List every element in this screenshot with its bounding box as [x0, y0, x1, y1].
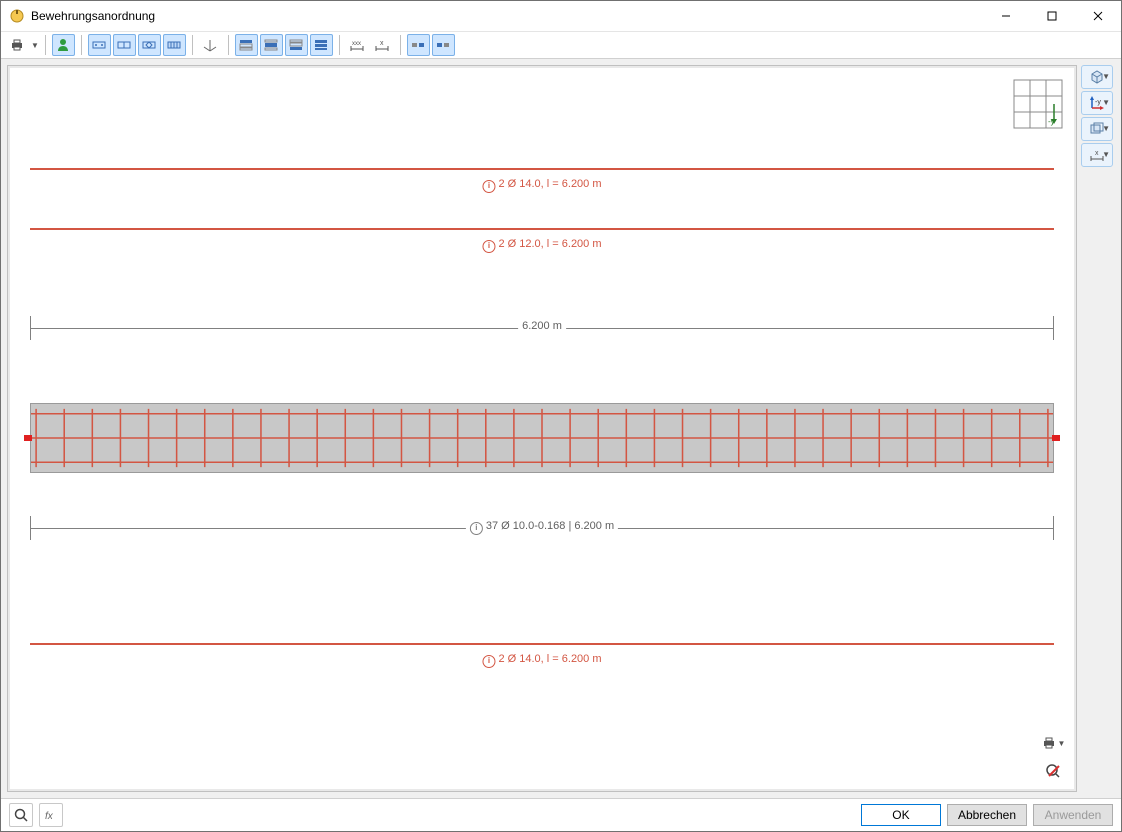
drawing-canvas[interactable]: -y i2 Ø 14.0, l = 6.200 m i2 Ø 12.0, l = [10, 68, 1074, 789]
window-title: Bewehrungsanordnung [31, 9, 983, 23]
print-dropdown-icon[interactable]: ▼ [31, 41, 39, 50]
beam-end-marker-right [1052, 435, 1060, 441]
dim-xxx-button[interactable]: xxx [346, 34, 369, 56]
beam [30, 403, 1054, 473]
title-bar: Bewehrungsanordnung [1, 1, 1121, 32]
layer-top-button[interactable] [235, 34, 258, 56]
stirrup-label: i37 Ø 10.0-0.168 | 6.200 m [466, 520, 618, 534]
rebar-top-1-line [30, 168, 1054, 170]
rebar-top-1-label: i2 Ø 14.0, l = 6.200 m [482, 178, 601, 192]
rebar-top-2-line [30, 228, 1054, 230]
info-icon: i [482, 655, 495, 668]
layer-bot-button[interactable] [285, 34, 308, 56]
footer: fx OK Abbrechen Anwenden [1, 798, 1121, 831]
view-span-2-button[interactable] [113, 34, 136, 56]
layer-all-button[interactable] [310, 34, 333, 56]
view-span-3-button[interactable] [138, 34, 161, 56]
print-button[interactable] [5, 34, 28, 56]
info-icon: i [470, 522, 483, 535]
dim-x-button[interactable]: x [371, 34, 394, 56]
minimize-button[interactable] [983, 1, 1029, 31]
splice-1-button[interactable] [407, 34, 430, 56]
layer-mid-button[interactable] [260, 34, 283, 56]
view-3d-button[interactable]: ▼ [1081, 65, 1113, 89]
app-icon [9, 8, 25, 24]
rebar-top-2-label: i2 Ø 12.0, l = 6.200 m [482, 238, 601, 252]
svg-text:-y: -y [1095, 99, 1101, 106]
beam-end-marker-left [24, 435, 32, 441]
axis-select-button[interactable]: -y ▼ [1081, 91, 1113, 115]
splice-2-button[interactable] [432, 34, 455, 56]
ok-button[interactable]: OK [861, 804, 941, 826]
apply-button[interactable]: Anwenden [1033, 804, 1113, 826]
nav-cube[interactable]: -y [1010, 76, 1066, 132]
info-icon: i [482, 240, 495, 253]
right-toolbar: ▼ -y ▼ ▼ x ▼ [1077, 65, 1115, 792]
close-button[interactable] [1075, 1, 1121, 31]
svg-text:x: x [380, 40, 384, 47]
svg-text:x: x [1095, 150, 1099, 157]
scale-button[interactable]: x ▼ [1081, 143, 1113, 167]
view-person-button[interactable] [52, 34, 75, 56]
cancel-button[interactable]: Abbrechen [947, 804, 1027, 826]
rebar-bottom-label: i2 Ø 14.0, l = 6.200 m [482, 653, 601, 667]
span-dim-label: 6.200 m [518, 320, 566, 332]
help-button[interactable] [9, 803, 33, 827]
canvas-print-button[interactable]: ▼ [1038, 731, 1068, 755]
svg-text:fx: fx [45, 811, 54, 822]
canvas-zoom-out-button[interactable] [1038, 759, 1068, 783]
workspace: -y i2 Ø 14.0, l = 6.200 m i2 Ø 12.0, l = [1, 59, 1121, 798]
svg-text:xxx: xxx [352, 41, 361, 47]
rebar-bottom-line [30, 643, 1054, 645]
info-icon: i [482, 180, 495, 193]
formula-button[interactable]: fx [39, 803, 63, 827]
section-button[interactable]: ▼ [1081, 117, 1113, 141]
main-toolbar: ▼ xxx x [1, 32, 1121, 59]
view-span-1-button[interactable] [88, 34, 111, 56]
axes-button[interactable] [199, 34, 222, 56]
maximize-button[interactable] [1029, 1, 1075, 31]
view-span-4-button[interactable] [163, 34, 186, 56]
canvas-frame: -y i2 Ø 14.0, l = 6.200 m i2 Ø 12.0, l = [7, 65, 1077, 792]
